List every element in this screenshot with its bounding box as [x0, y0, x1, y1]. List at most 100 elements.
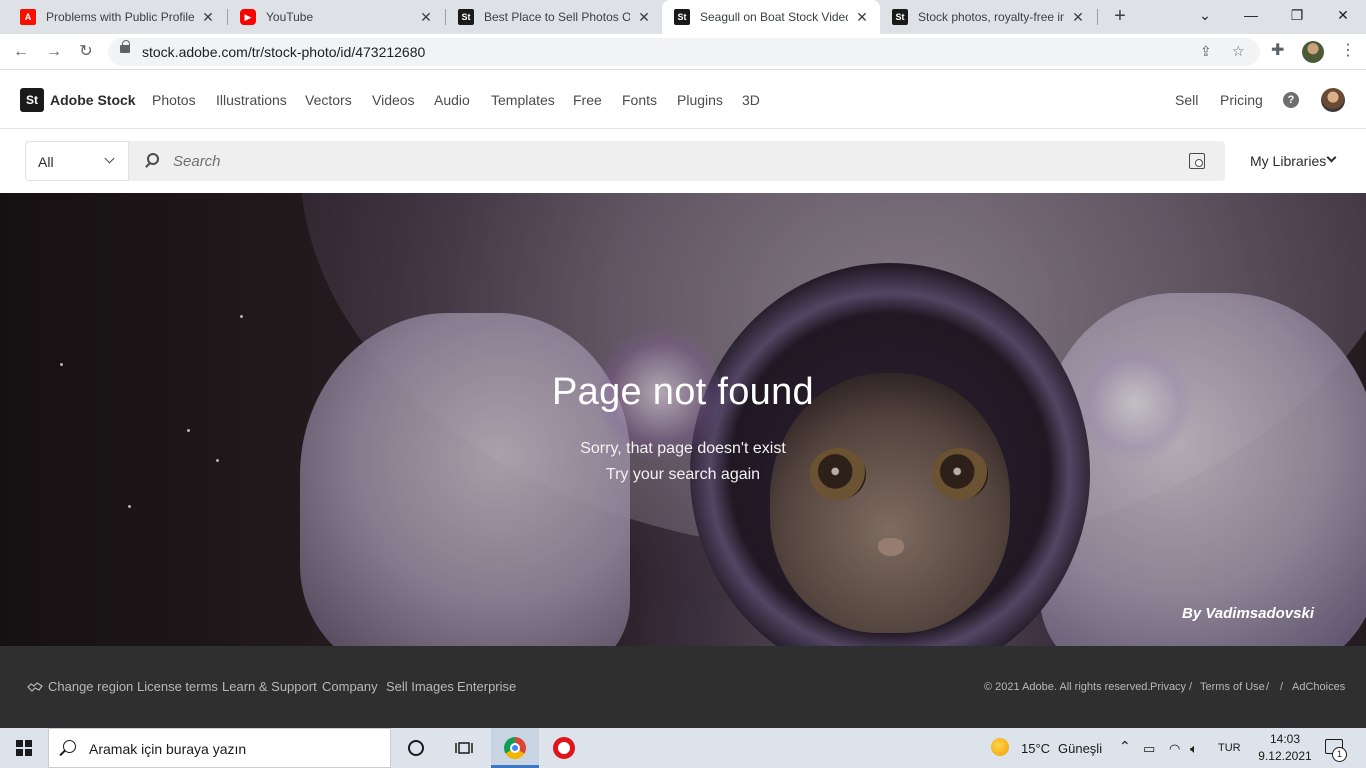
lock-icon[interactable]	[120, 40, 130, 53]
notification-count-badge: 1	[1332, 747, 1347, 762]
tab-search-icon[interactable]: ⌄	[1182, 0, 1228, 34]
opera-taskbar-icon[interactable]	[540, 728, 588, 768]
wifi-icon[interactable]: ◠	[1169, 741, 1180, 757]
close-icon[interactable]: ✕	[418, 9, 434, 26]
pricing-link[interactable]: Pricing	[1220, 92, 1263, 108]
close-icon[interactable]: ✕	[200, 9, 216, 26]
nav-vectors[interactable]: Vectors	[305, 92, 352, 108]
sell-images-link[interactable]: Sell Images	[386, 679, 454, 694]
brand-name[interactable]: Adobe Stock	[50, 92, 136, 108]
nav-illustrations[interactable]: Illustrations	[216, 92, 287, 108]
nav-fonts[interactable]: Fonts	[622, 92, 657, 108]
address-bar[interactable]: stock.adobe.com/tr/stock-photo/id/473212…	[108, 38, 1260, 66]
task-view-icon[interactable]	[440, 728, 488, 768]
tab-title: Problems with Public Profile	[46, 10, 194, 24]
input-language[interactable]: TUR	[1218, 742, 1241, 754]
footer-separator: /	[1280, 681, 1284, 693]
weather-description[interactable]: Güneşli	[1058, 741, 1102, 756]
clock-date: 9.12.2021	[1258, 749, 1312, 763]
footer-separator: /	[1266, 681, 1270, 693]
tab-title: Seagull on Boat Stock Video	[700, 10, 848, 24]
search-row: All My Libraries	[0, 130, 1366, 193]
nav-audio[interactable]: Audio	[434, 92, 470, 108]
error-message: Sorry, that page doesn't exist	[580, 440, 786, 457]
terms-of-use-link[interactable]: Terms of Use	[1200, 681, 1265, 693]
privacy-link[interactable]: Privacy	[1150, 681, 1186, 693]
nav-plugins[interactable]: Plugins	[677, 92, 723, 108]
chevron-down-icon	[104, 153, 115, 164]
close-icon[interactable]: ✕	[636, 9, 652, 26]
browser-tab-1[interactable]: A Problems with Public Profile ✕	[8, 0, 226, 34]
search-icon	[147, 153, 159, 165]
nav-templates[interactable]: Templates	[491, 92, 555, 108]
nav-photos[interactable]: Photos	[152, 92, 196, 108]
adobe-stock-icon: St	[674, 9, 690, 25]
restore-icon[interactable]: ❐	[1274, 0, 1320, 34]
license-terms-link[interactable]: License terms	[137, 679, 218, 694]
change-region-link[interactable]: Change region	[48, 679, 133, 694]
browser-tab-5[interactable]: St Stock photos, royalty-free im ✕	[880, 0, 1096, 34]
search-scope-value: All	[38, 154, 54, 170]
tab-separator	[1097, 9, 1098, 25]
adobe-stock-icon: St	[892, 9, 908, 25]
company-link[interactable]: Company	[322, 679, 378, 694]
bookmark-star-icon[interactable]: ☆	[1232, 43, 1245, 60]
battery-icon[interactable]: ▭	[1143, 741, 1155, 757]
forward-icon[interactable]: →	[41, 39, 67, 65]
extensions-icon[interactable]: ✚	[1271, 40, 1284, 60]
visual-search-icon[interactable]	[1189, 153, 1205, 169]
back-icon[interactable]: ←	[8, 39, 34, 65]
new-tab-button[interactable]: +	[1108, 5, 1132, 29]
volume-icon[interactable]: 🔈︎	[1190, 741, 1198, 757]
adobe-icon: A	[20, 9, 36, 25]
system-clock[interactable]: 14:03 9.12.2021	[1257, 731, 1313, 765]
search-again-hint: Try your search again	[605, 466, 761, 483]
adobe-stock-icon: St	[458, 9, 474, 25]
youtube-icon: ▶	[240, 9, 256, 25]
browser-tab-4-active[interactable]: St Seagull on Boat Stock Video ✕	[662, 0, 880, 34]
share-icon[interactable]: ⇪	[1200, 43, 1212, 60]
page-title: Page not found	[552, 371, 814, 413]
taskbar-search-box[interactable]: Aramak için buraya yazın	[48, 728, 391, 768]
search-scope-dropdown[interactable]: All	[25, 141, 129, 181]
minimize-icon[interactable]: —	[1228, 0, 1274, 34]
browser-tab-3[interactable]: St Best Place to Sell Photos Onl ✕	[446, 0, 662, 34]
help-icon[interactable]: ?	[1283, 92, 1299, 108]
learn-support-link[interactable]: Learn & Support	[222, 679, 317, 694]
chevron-down-icon[interactable]	[1326, 152, 1337, 163]
nav-videos[interactable]: Videos	[372, 92, 415, 108]
taskbar-search-placeholder: Aramak için buraya yazın	[89, 741, 247, 757]
image-credit[interactable]: By Vadimsadovski	[1182, 605, 1314, 622]
adobe-stock-logo[interactable]: St	[20, 88, 44, 112]
my-libraries-button[interactable]: My Libraries	[1250, 153, 1326, 169]
nav-free[interactable]: Free	[573, 92, 602, 108]
adchoices-link[interactable]: AdChoices	[1292, 681, 1345, 693]
sell-link[interactable]: Sell	[1175, 92, 1198, 108]
tab-title: Best Place to Sell Photos Onl	[484, 10, 630, 24]
site-footer: Change region License terms Learn & Supp…	[0, 646, 1366, 728]
windows-start-icon[interactable]	[16, 740, 32, 756]
hero-banner: Page not found Sorry, that page doesn't …	[0, 193, 1366, 646]
browser-tab-2[interactable]: ▶ YouTube ✕	[228, 0, 444, 34]
more-menu-icon[interactable]: ⋮	[1340, 40, 1356, 60]
user-avatar[interactable]	[1321, 88, 1345, 112]
search-box	[129, 141, 1225, 181]
site-header: St Adobe Stock Photos Illustrations Vect…	[0, 71, 1366, 129]
reload-icon[interactable]: ↻	[73, 39, 99, 65]
globe-icon[interactable]	[27, 682, 43, 692]
enterprise-link[interactable]: Enterprise	[457, 679, 516, 694]
chrome-taskbar-icon[interactable]	[491, 728, 539, 768]
browser-toolbar: ← → ↻ stock.adobe.com/tr/stock-photo/id/…	[0, 34, 1366, 70]
screen: A Problems with Public Profile ✕ ▶ YouTu…	[0, 0, 1366, 768]
nav-3d[interactable]: 3D	[742, 92, 760, 108]
copyright-text: © 2021 Adobe. All rights reserved.	[984, 681, 1151, 693]
search-input[interactable]	[173, 149, 1153, 173]
close-icon[interactable]: ✕	[1070, 9, 1086, 26]
cortana-icon[interactable]	[392, 728, 440, 768]
weather-temperature[interactable]: 15°C	[1021, 741, 1050, 756]
chevron-up-icon[interactable]: ⌃	[1119, 738, 1131, 755]
close-icon[interactable]: ✕	[854, 9, 870, 26]
window-close-icon[interactable]: ✕	[1320, 0, 1366, 34]
profile-avatar[interactable]	[1302, 41, 1324, 63]
weather-sun-icon[interactable]	[991, 738, 1009, 756]
